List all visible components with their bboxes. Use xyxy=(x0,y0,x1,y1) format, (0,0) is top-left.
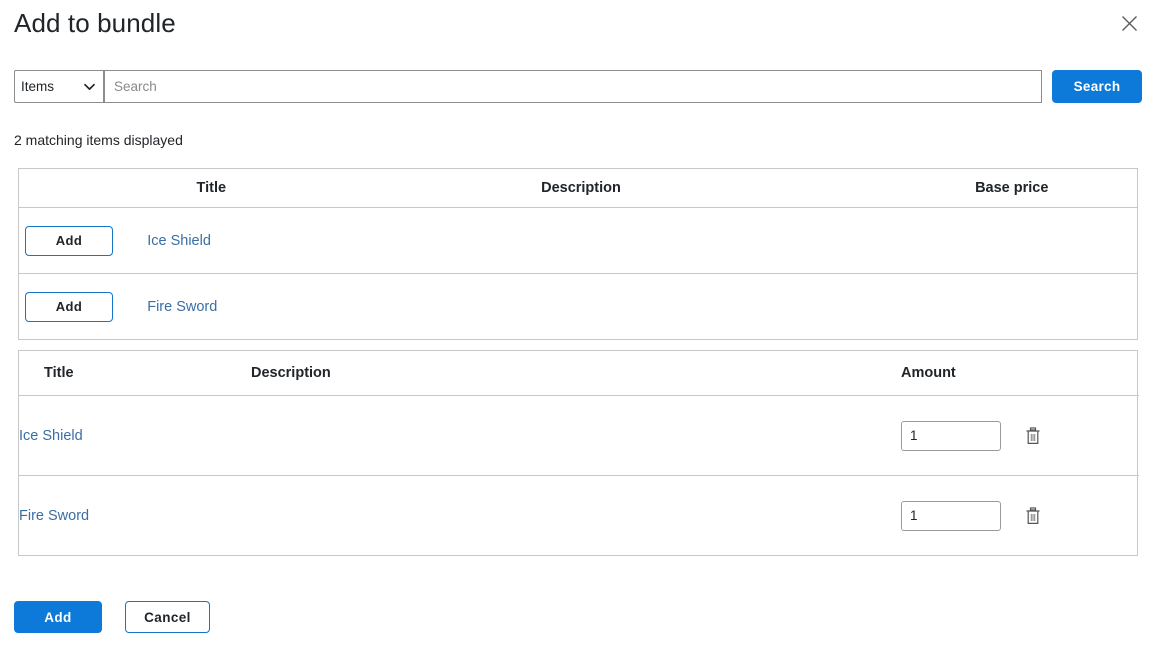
item-title-link[interactable]: Fire Sword xyxy=(147,299,217,315)
column-header-base-price: Base price xyxy=(886,169,1137,208)
results-count-label: 2 matching items displayed xyxy=(14,132,183,148)
column-header-action xyxy=(19,169,148,208)
trash-icon xyxy=(1025,426,1041,448)
column-header-description: Description xyxy=(251,351,901,396)
search-results-table: Title Description Base price Add Ice Shi… xyxy=(18,168,1138,340)
table-row: Fire Sword xyxy=(19,476,1139,556)
result-description-cell xyxy=(275,207,887,274)
close-icon xyxy=(1121,15,1138,32)
result-base-price-cell xyxy=(887,274,1137,340)
column-header-description: Description xyxy=(275,169,887,208)
item-title-link[interactable]: Ice Shield xyxy=(19,428,83,444)
item-title-link[interactable]: Fire Sword xyxy=(19,508,89,524)
table-header-row: Title Description Amount xyxy=(19,351,1139,396)
bundle-title-cell: Fire Sword xyxy=(19,476,251,556)
result-title-cell: Fire Sword xyxy=(147,274,275,340)
search-type-select[interactable]: Items xyxy=(14,70,104,103)
amount-input[interactable] xyxy=(901,420,1001,451)
result-action-cell: Add xyxy=(19,274,147,340)
delete-row-button[interactable] xyxy=(1023,425,1043,447)
column-header-title: Title xyxy=(147,169,276,208)
search-button[interactable]: Search xyxy=(1052,70,1142,103)
item-title-link[interactable]: Ice Shield xyxy=(147,233,211,249)
table-header-row: Title Description Base price xyxy=(19,169,1137,208)
page-title: Add to bundle xyxy=(14,8,176,38)
bundle-contents-table: Title Description Amount Ice Shield 1 Fi… xyxy=(18,350,1139,556)
bundle-description-cell xyxy=(251,395,901,476)
search-input[interactable] xyxy=(104,70,1042,103)
table-row: Add Fire Sword xyxy=(19,274,1137,340)
amount-controls xyxy=(901,500,1139,531)
bundle-amount-cell xyxy=(901,476,1139,556)
footer-actions: Add Cancel xyxy=(14,601,210,633)
cancel-button[interactable]: Cancel xyxy=(125,601,210,633)
close-button[interactable] xyxy=(1116,10,1142,36)
dialog-header: Add to bundle xyxy=(0,0,1156,52)
table-row: Ice Shield xyxy=(19,395,1139,476)
bundle-amount-cell xyxy=(901,395,1139,476)
table-row: Add Ice Shield xyxy=(19,207,1137,274)
amount-controls xyxy=(901,420,1139,451)
bundle-description-cell xyxy=(251,476,901,556)
result-description-cell xyxy=(275,274,886,340)
bundle-title-cell: Ice Shield xyxy=(19,395,251,476)
submit-add-button[interactable]: Add xyxy=(14,601,102,633)
trash-icon xyxy=(1025,506,1041,528)
delete-row-button[interactable] xyxy=(1023,505,1043,527)
result-title-cell: Ice Shield xyxy=(147,207,276,274)
result-base-price-cell xyxy=(886,207,1137,274)
amount-input[interactable] xyxy=(901,500,1001,531)
column-header-title: Title xyxy=(19,351,251,396)
add-item-button[interactable]: Add xyxy=(25,291,113,322)
add-item-button[interactable]: Add xyxy=(25,225,113,256)
column-header-amount: Amount xyxy=(901,351,1139,396)
search-bar: Items Search xyxy=(14,70,1142,103)
result-action-cell: Add xyxy=(19,207,148,274)
search-type-select-wrapper: Items xyxy=(14,70,104,103)
